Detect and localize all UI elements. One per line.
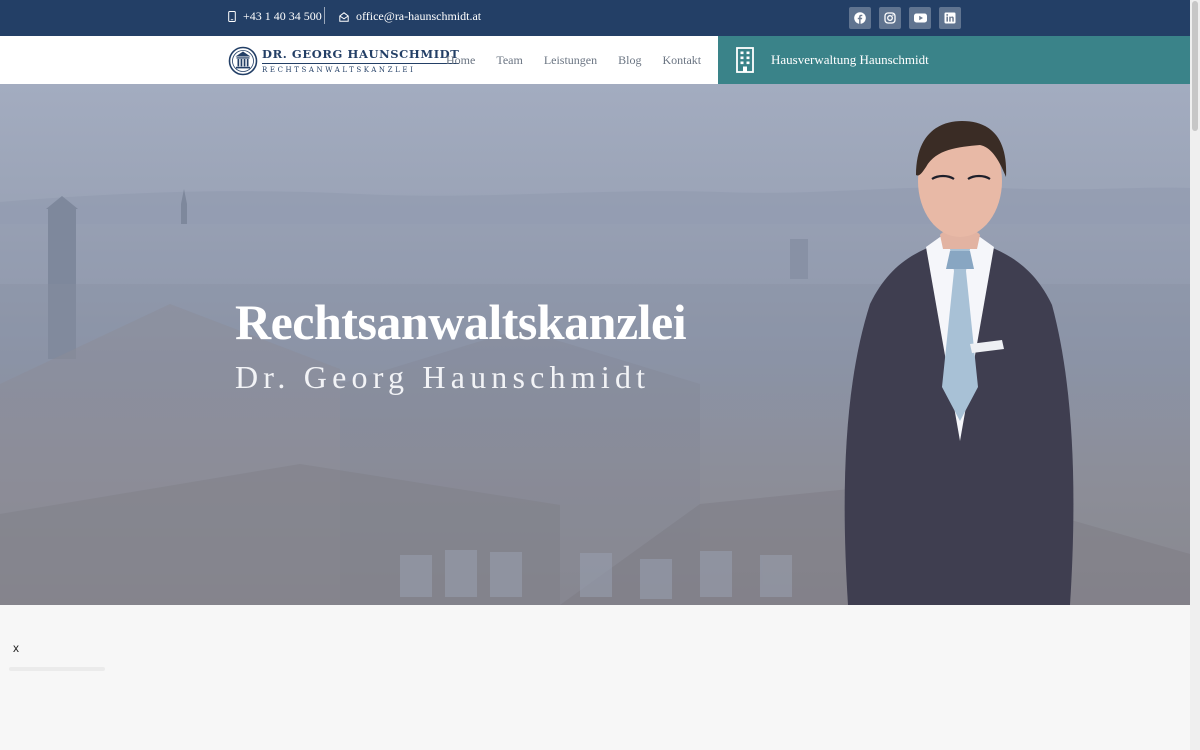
logo-text: DR. GEORG HAUNSCHMIDT RECHTSANWALTSKANZL…	[262, 47, 460, 74]
facebook-button[interactable]	[849, 7, 871, 29]
social-links	[849, 7, 961, 29]
nav-item-blog[interactable]: Blog	[618, 53, 641, 68]
linkedin-icon	[944, 12, 956, 24]
hausverwaltung-link[interactable]: Hausverwaltung Haunschmidt	[718, 36, 1190, 84]
nav-menu: Home Team Leistungen Blog Kontakt	[446, 36, 722, 84]
popup-close-button[interactable]: x	[13, 641, 19, 655]
youtube-icon	[913, 13, 927, 23]
hausverwaltung-label[interactable]: Hausverwaltung Haunschmidt	[771, 52, 929, 68]
hero-section: Rechtsanwaltskanzlei Dr. Georg Haunschmi…	[0, 84, 1190, 605]
phone-icon	[228, 11, 236, 22]
lawyer-portrait-image	[844, 121, 1074, 605]
contact-divider	[324, 7, 325, 24]
nav-item-kontakt[interactable]: Kontakt	[662, 53, 701, 68]
envelope-icon	[339, 11, 349, 22]
top-bar: +43 1 40 34 500 office@ra-haunschmidt.at	[0, 0, 1190, 36]
logo-subtitle: RECHTSANWALTSKANZLEI	[262, 63, 460, 74]
facebook-icon	[854, 12, 866, 24]
phone-contact[interactable]: +43 1 40 34 500	[228, 9, 322, 24]
vertical-scrollbar[interactable]	[1190, 0, 1200, 750]
main-navigation-bar: DR. GEORG HAUNSCHMIDT RECHTSANWALTSKANZL…	[0, 36, 1190, 84]
loading-placeholder-bar	[9, 667, 105, 671]
linkedin-button[interactable]	[939, 7, 961, 29]
site-logo[interactable]: DR. GEORG HAUNSCHMIDT RECHTSANWALTSKANZL…	[228, 44, 460, 78]
hero-title: Rechtsanwaltskanzlei	[235, 294, 687, 350]
courthouse-logo-icon	[228, 46, 258, 76]
logo-title: DR. GEORG HAUNSCHMIDT	[262, 47, 460, 61]
youtube-button[interactable]	[909, 7, 931, 29]
instagram-button[interactable]	[879, 7, 901, 29]
instagram-icon	[884, 12, 896, 24]
building-icon	[736, 47, 754, 73]
nav-item-team[interactable]: Team	[496, 53, 522, 68]
email-address[interactable]: office@ra-haunschmidt.at	[356, 9, 481, 24]
nav-item-home[interactable]: Home	[446, 53, 475, 68]
phone-number[interactable]: +43 1 40 34 500	[243, 9, 322, 24]
hero-subtitle: Dr. Georg Haunschmidt	[235, 359, 651, 395]
email-contact[interactable]: office@ra-haunschmidt.at	[339, 9, 481, 24]
scrollbar-thumb[interactable]	[1192, 1, 1198, 131]
nav-item-leistungen[interactable]: Leistungen	[544, 53, 597, 68]
